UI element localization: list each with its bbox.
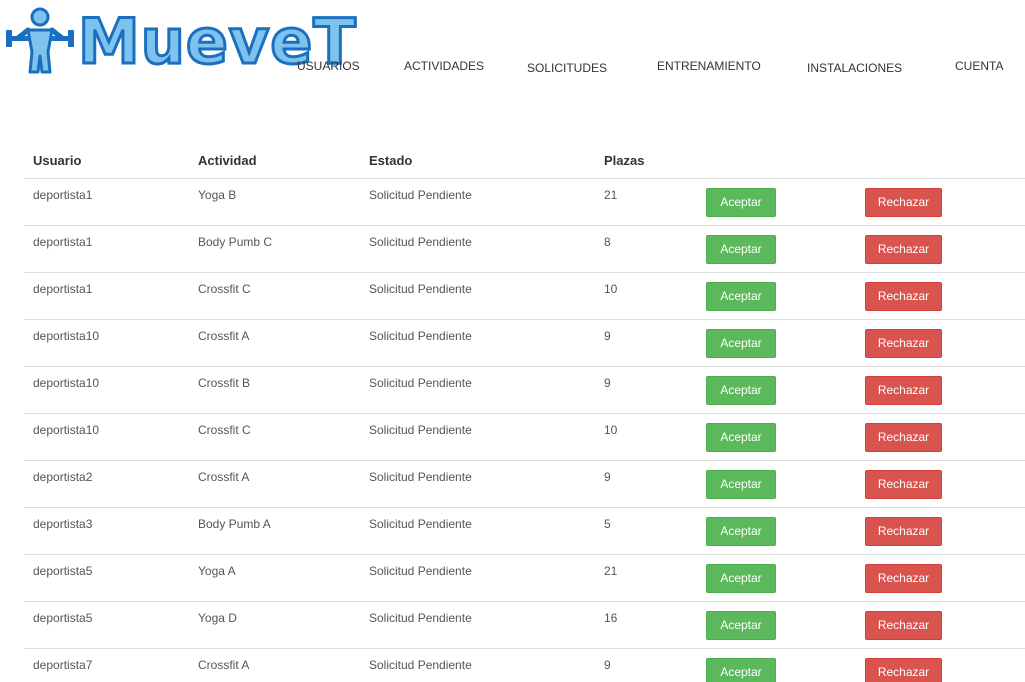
cell-seats: 9 [604, 470, 611, 484]
accept-button[interactable]: Aceptar [706, 658, 776, 682]
cell-seats: 5 [604, 517, 611, 531]
accept-button[interactable]: Aceptar [706, 329, 776, 358]
nav-item-actividades[interactable]: ACTIVIDADES [404, 59, 484, 73]
cell-user: deportista10 [33, 376, 100, 390]
cell-state: Solicitud Pendiente [369, 282, 472, 296]
cell-seats: 9 [604, 658, 611, 672]
accept-button[interactable]: Aceptar [706, 376, 776, 405]
cell-activity: Body Pumb C [198, 235, 273, 249]
page: MueveT USUARIOS ACTIVIDADES SOLICITUDES … [0, 0, 1025, 682]
table-row: deportista1 Yoga B Solicitud Pendiente 2… [24, 179, 1025, 226]
table-row: deportista10 Crossfit A Solicitud Pendie… [24, 320, 1025, 367]
accept-button[interactable]: Aceptar [706, 611, 776, 640]
header: MueveT USUARIOS ACTIVIDADES SOLICITUDES … [0, 0, 1025, 100]
table-row: deportista2 Crossfit A Solicitud Pendien… [24, 461, 1025, 508]
cell-activity: Crossfit A [198, 329, 250, 343]
cell-seats: 16 [604, 611, 618, 625]
cell-user: deportista2 [33, 470, 93, 484]
cell-seats: 10 [604, 423, 618, 437]
nav-item-instalaciones[interactable]: INSTALACIONES [807, 61, 902, 75]
reject-button[interactable]: Rechazar [865, 564, 942, 593]
reject-button[interactable]: Rechazar [865, 658, 942, 682]
nav-item-entrenamiento[interactable]: ENTRENAMIENTO [657, 59, 761, 73]
cell-state: Solicitud Pendiente [369, 517, 472, 531]
header-actividad: Actividad [198, 153, 257, 168]
header-plazas: Plazas [604, 153, 645, 168]
cell-state: Solicitud Pendiente [369, 376, 472, 390]
table-row: deportista7 Crossfit A Solicitud Pendien… [24, 649, 1025, 682]
accept-button[interactable]: Aceptar [706, 282, 776, 311]
cell-user: deportista1 [33, 235, 93, 249]
cell-user: deportista3 [33, 517, 93, 531]
cell-state: Solicitud Pendiente [369, 188, 472, 202]
header-usuario: Usuario [33, 153, 82, 168]
cell-user: deportista1 [33, 188, 93, 202]
table-row: deportista10 Crossfit B Solicitud Pendie… [24, 367, 1025, 414]
requests-table: Usuario Actividad Estado Plazas deportis… [24, 150, 1025, 682]
cell-activity: Crossfit C [198, 282, 251, 296]
accept-button[interactable]: Aceptar [706, 235, 776, 264]
accept-button[interactable]: Aceptar [706, 517, 776, 546]
header-estado: Estado [369, 153, 413, 168]
table-row: deportista5 Yoga D Solicitud Pendiente 1… [24, 602, 1025, 649]
cell-seats: 9 [604, 376, 611, 390]
weightlifter-icon [6, 7, 74, 74]
cell-state: Solicitud Pendiente [369, 470, 472, 484]
reject-button[interactable]: Rechazar [865, 423, 942, 452]
cell-seats: 9 [604, 329, 611, 343]
reject-button[interactable]: Rechazar [865, 376, 942, 405]
reject-button[interactable]: Rechazar [865, 517, 942, 546]
cell-state: Solicitud Pendiente [369, 564, 472, 578]
cell-state: Solicitud Pendiente [369, 423, 472, 437]
cell-activity: Yoga A [198, 564, 236, 578]
cell-seats: 21 [604, 564, 618, 578]
cell-activity: Crossfit A [198, 470, 250, 484]
cell-activity: Yoga B [198, 188, 237, 202]
accept-button[interactable]: Aceptar [706, 470, 776, 499]
reject-button[interactable]: Rechazar [865, 235, 942, 264]
cell-user: deportista5 [33, 564, 93, 578]
cell-state: Solicitud Pendiente [369, 329, 472, 343]
cell-user: deportista1 [33, 282, 93, 296]
cell-user: deportista7 [33, 658, 93, 672]
reject-button[interactable]: Rechazar [865, 188, 942, 217]
cell-user: deportista10 [33, 329, 100, 343]
cell-user: deportista5 [33, 611, 93, 625]
nav-item-cuenta[interactable]: CUENTA [955, 59, 1003, 73]
cell-seats: 8 [604, 235, 611, 249]
table-row: deportista5 Yoga A Solicitud Pendiente 2… [24, 555, 1025, 602]
nav-item-usuarios[interactable]: USUARIOS [297, 59, 360, 73]
cell-activity: Crossfit B [198, 376, 251, 390]
cell-activity: Crossfit A [198, 658, 250, 672]
table-row: deportista1 Crossfit C Solicitud Pendien… [24, 273, 1025, 320]
cell-activity: Crossfit C [198, 423, 251, 437]
cell-seats: 21 [604, 188, 618, 202]
nav-item-solicitudes[interactable]: SOLICITUDES [527, 61, 607, 75]
reject-button[interactable]: Rechazar [865, 282, 942, 311]
cell-state: Solicitud Pendiente [369, 658, 472, 672]
accept-button[interactable]: Aceptar [706, 423, 776, 452]
reject-button[interactable]: Rechazar [865, 611, 942, 640]
cell-state: Solicitud Pendiente [369, 611, 472, 625]
accept-button[interactable]: Aceptar [706, 564, 776, 593]
cell-activity: Yoga D [198, 611, 237, 625]
cell-activity: Body Pumb A [198, 517, 271, 531]
table-row: deportista3 Body Pumb A Solicitud Pendie… [24, 508, 1025, 555]
table-row: deportista1 Body Pumb C Solicitud Pendie… [24, 226, 1025, 273]
reject-button[interactable]: Rechazar [865, 470, 942, 499]
brand-logo[interactable]: MueveT [6, 4, 357, 79]
cell-user: deportista10 [33, 423, 100, 437]
cell-state: Solicitud Pendiente [369, 235, 472, 249]
reject-button[interactable]: Rechazar [865, 329, 942, 358]
cell-seats: 10 [604, 282, 618, 296]
table-header: Usuario Actividad Estado Plazas [24, 150, 1025, 179]
table-row: deportista10 Crossfit C Solicitud Pendie… [24, 414, 1025, 461]
accept-button[interactable]: Aceptar [706, 188, 776, 217]
